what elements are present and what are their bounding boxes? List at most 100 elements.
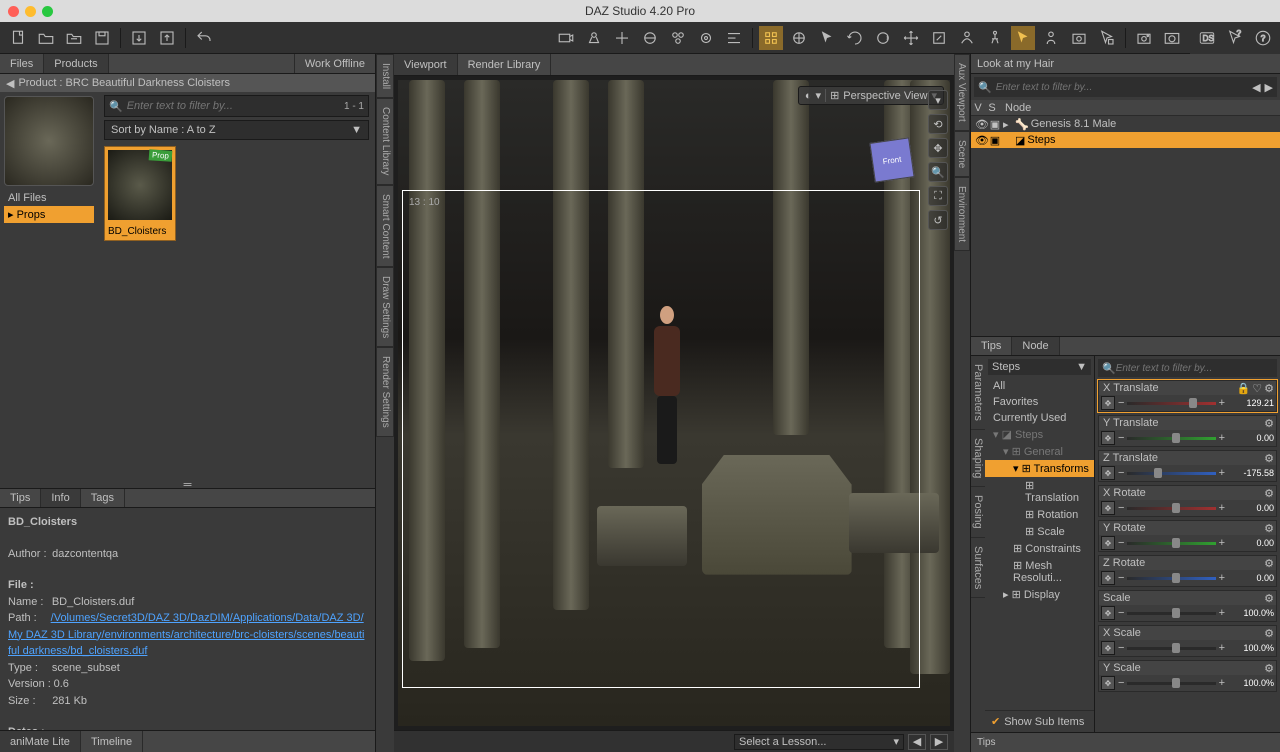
rs-tab-scene[interactable]: Scene — [954, 131, 970, 177]
slider-track[interactable] — [1127, 682, 1215, 685]
camera-selector[interactable]: ◐▾ ⊞ Perspective View▾ — [798, 86, 944, 105]
vp-frame-icon[interactable]: ⛶ — [928, 186, 948, 206]
spotlight-icon[interactable] — [582, 26, 606, 50]
slider-value[interactable]: 0.00 — [1228, 503, 1274, 513]
gear-icon[interactable]: ⚙ — [1264, 452, 1274, 465]
gear-icon[interactable]: ⚙ — [1264, 662, 1274, 675]
view-cube[interactable]: Front — [869, 137, 914, 182]
new-file-icon[interactable] — [6, 26, 30, 50]
orbit-tool-icon[interactable] — [787, 26, 811, 50]
lesson-select[interactable]: Select a Lesson...▾ — [734, 734, 904, 750]
tab-tags[interactable]: Tags — [81, 489, 125, 507]
group-transforms[interactable]: ▾ ⊞ Transforms — [985, 460, 1094, 477]
undo-icon[interactable] — [192, 26, 216, 50]
preview-render-icon[interactable] — [1132, 26, 1156, 50]
group-currently[interactable]: Currently Used — [985, 410, 1094, 426]
sort-dropdown[interactable]: Sort by Name : A to Z▼ — [104, 120, 369, 140]
vp-style-icon[interactable]: ▾ — [928, 90, 948, 110]
rotate-tool-icon[interactable] — [843, 26, 867, 50]
plus-button[interactable]: + — [1219, 397, 1225, 409]
move-icon[interactable]: ✥ — [1101, 431, 1115, 445]
plus-button[interactable]: + — [1219, 642, 1225, 654]
slider-value[interactable]: 100.0% — [1228, 678, 1274, 688]
vp-dolly-icon[interactable]: 🔍 — [928, 162, 948, 182]
gear-icon[interactable]: ⚙ — [1264, 627, 1274, 640]
tab-tips[interactable]: Tips — [0, 489, 41, 507]
pside-parameters[interactable]: Parameters — [971, 356, 985, 430]
group-display[interactable]: ▸ ⊞ Display — [985, 586, 1094, 603]
null-icon[interactable] — [610, 26, 634, 50]
slider-track[interactable] — [1127, 507, 1215, 510]
slider-scale[interactable]: Scale⚙✥−+100.0% — [1098, 590, 1277, 622]
slider-value[interactable]: 129.21 — [1228, 398, 1274, 408]
save-file-icon[interactable] — [90, 26, 114, 50]
select-icon[interactable]: ▣ — [989, 134, 1001, 147]
minus-button[interactable]: − — [1118, 572, 1124, 584]
move-icon[interactable]: ✥ — [1101, 571, 1115, 585]
visibility-icon[interactable]: 👁 — [975, 118, 987, 131]
vp-pan-icon[interactable]: ✥ — [928, 138, 948, 158]
render-icon[interactable] — [1160, 26, 1184, 50]
slider-x-translate[interactable]: X Translate🔒♡⚙✥−+129.21 — [1098, 380, 1277, 412]
ds-logo-icon[interactable]: DS — [1196, 26, 1218, 50]
plus-button[interactable]: + — [1219, 572, 1225, 584]
translate-tool-icon[interactable] — [899, 26, 923, 50]
param-node-select[interactable]: Steps▼ — [988, 359, 1091, 375]
slider-value[interactable]: 100.0% — [1228, 643, 1274, 653]
rotate2-tool-icon[interactable] — [871, 26, 895, 50]
move-icon[interactable]: ✥ — [1101, 676, 1115, 690]
product-thumb[interactable] — [4, 96, 94, 186]
slider-y-translate[interactable]: Y Translate⚙✥−+0.00 — [1098, 415, 1277, 447]
select-tool-icon[interactable] — [815, 26, 839, 50]
minus-button[interactable]: − — [1118, 607, 1124, 619]
move-icon[interactable]: ✥ — [1101, 501, 1115, 515]
gear-icon[interactable]: ⚙ — [1264, 417, 1274, 430]
minus-button[interactable]: − — [1118, 677, 1124, 689]
plus-button[interactable]: + — [1219, 502, 1225, 514]
minus-button[interactable]: − — [1118, 642, 1124, 654]
work-offline-button[interactable]: Work Offline — [294, 54, 375, 73]
geometry-tool-icon[interactable] — [1095, 26, 1119, 50]
help-icon[interactable]: ? — [1252, 26, 1274, 50]
plus-button[interactable]: + — [1219, 677, 1225, 689]
camera-icon[interactable] — [554, 26, 578, 50]
move-icon[interactable]: ✥ — [1101, 466, 1115, 480]
tab-files[interactable]: Files — [0, 54, 44, 73]
pose-tool-icon[interactable] — [983, 26, 1007, 50]
nav-props[interactable]: ▸ Props — [4, 206, 94, 223]
pside-shaping[interactable]: Shaping — [971, 430, 985, 487]
slider-track[interactable] — [1127, 472, 1215, 475]
tab-param-tips[interactable]: Tips — [971, 337, 1012, 355]
group-fav[interactable]: Favorites — [985, 394, 1094, 410]
group-general[interactable]: ▾ ⊞ General — [985, 443, 1094, 460]
move-icon[interactable]: ✥ — [1101, 606, 1115, 620]
filter-input[interactable] — [127, 100, 340, 112]
window-controls[interactable] — [8, 6, 53, 17]
grid-icon[interactable] — [759, 26, 783, 50]
region-tool-icon[interactable] — [1039, 26, 1063, 50]
slider-y-scale[interactable]: Y Scale⚙✥−+100.0% — [1098, 660, 1277, 692]
slider-x-scale[interactable]: X Scale⚙✥−+100.0% — [1098, 625, 1277, 657]
vp-orbit-icon[interactable]: ⟲ — [928, 114, 948, 134]
group-steps[interactable]: ▾ ◪ Steps — [985, 426, 1094, 443]
tab-info[interactable]: Info — [41, 489, 80, 507]
move-icon[interactable]: ✥ — [1101, 396, 1115, 410]
group-all[interactable]: All — [985, 378, 1094, 394]
slider-track[interactable] — [1127, 402, 1215, 405]
group-translation[interactable]: ⊞ Translation — [985, 477, 1094, 506]
close-window-icon[interactable] — [8, 6, 19, 17]
gear-icon[interactable]: ⚙ — [1264, 592, 1274, 605]
group-icon[interactable] — [666, 26, 690, 50]
vp-reset-icon[interactable]: ↺ — [928, 210, 948, 230]
spot-render-icon[interactable] — [1067, 26, 1091, 50]
plus-button[interactable]: + — [1219, 467, 1225, 479]
minus-button[interactable]: − — [1118, 537, 1124, 549]
primitive-icon[interactable] — [638, 26, 662, 50]
slider-z-rotate[interactable]: Z Rotate⚙✥−+0.00 — [1098, 555, 1277, 587]
viewport[interactable]: 13 : 10 ◐▾ ⊞ Perspective View▾ Front ▾ ⟲… — [398, 80, 950, 726]
tab-render-library[interactable]: Render Library — [458, 54, 552, 75]
gear-icon[interactable]: ⚙ — [1264, 557, 1274, 570]
side-tab-install[interactable]: Install — [376, 54, 394, 98]
help-popup-icon[interactable]: ? — [1224, 26, 1246, 50]
lesson-next-icon[interactable]: ▶ — [930, 734, 948, 750]
